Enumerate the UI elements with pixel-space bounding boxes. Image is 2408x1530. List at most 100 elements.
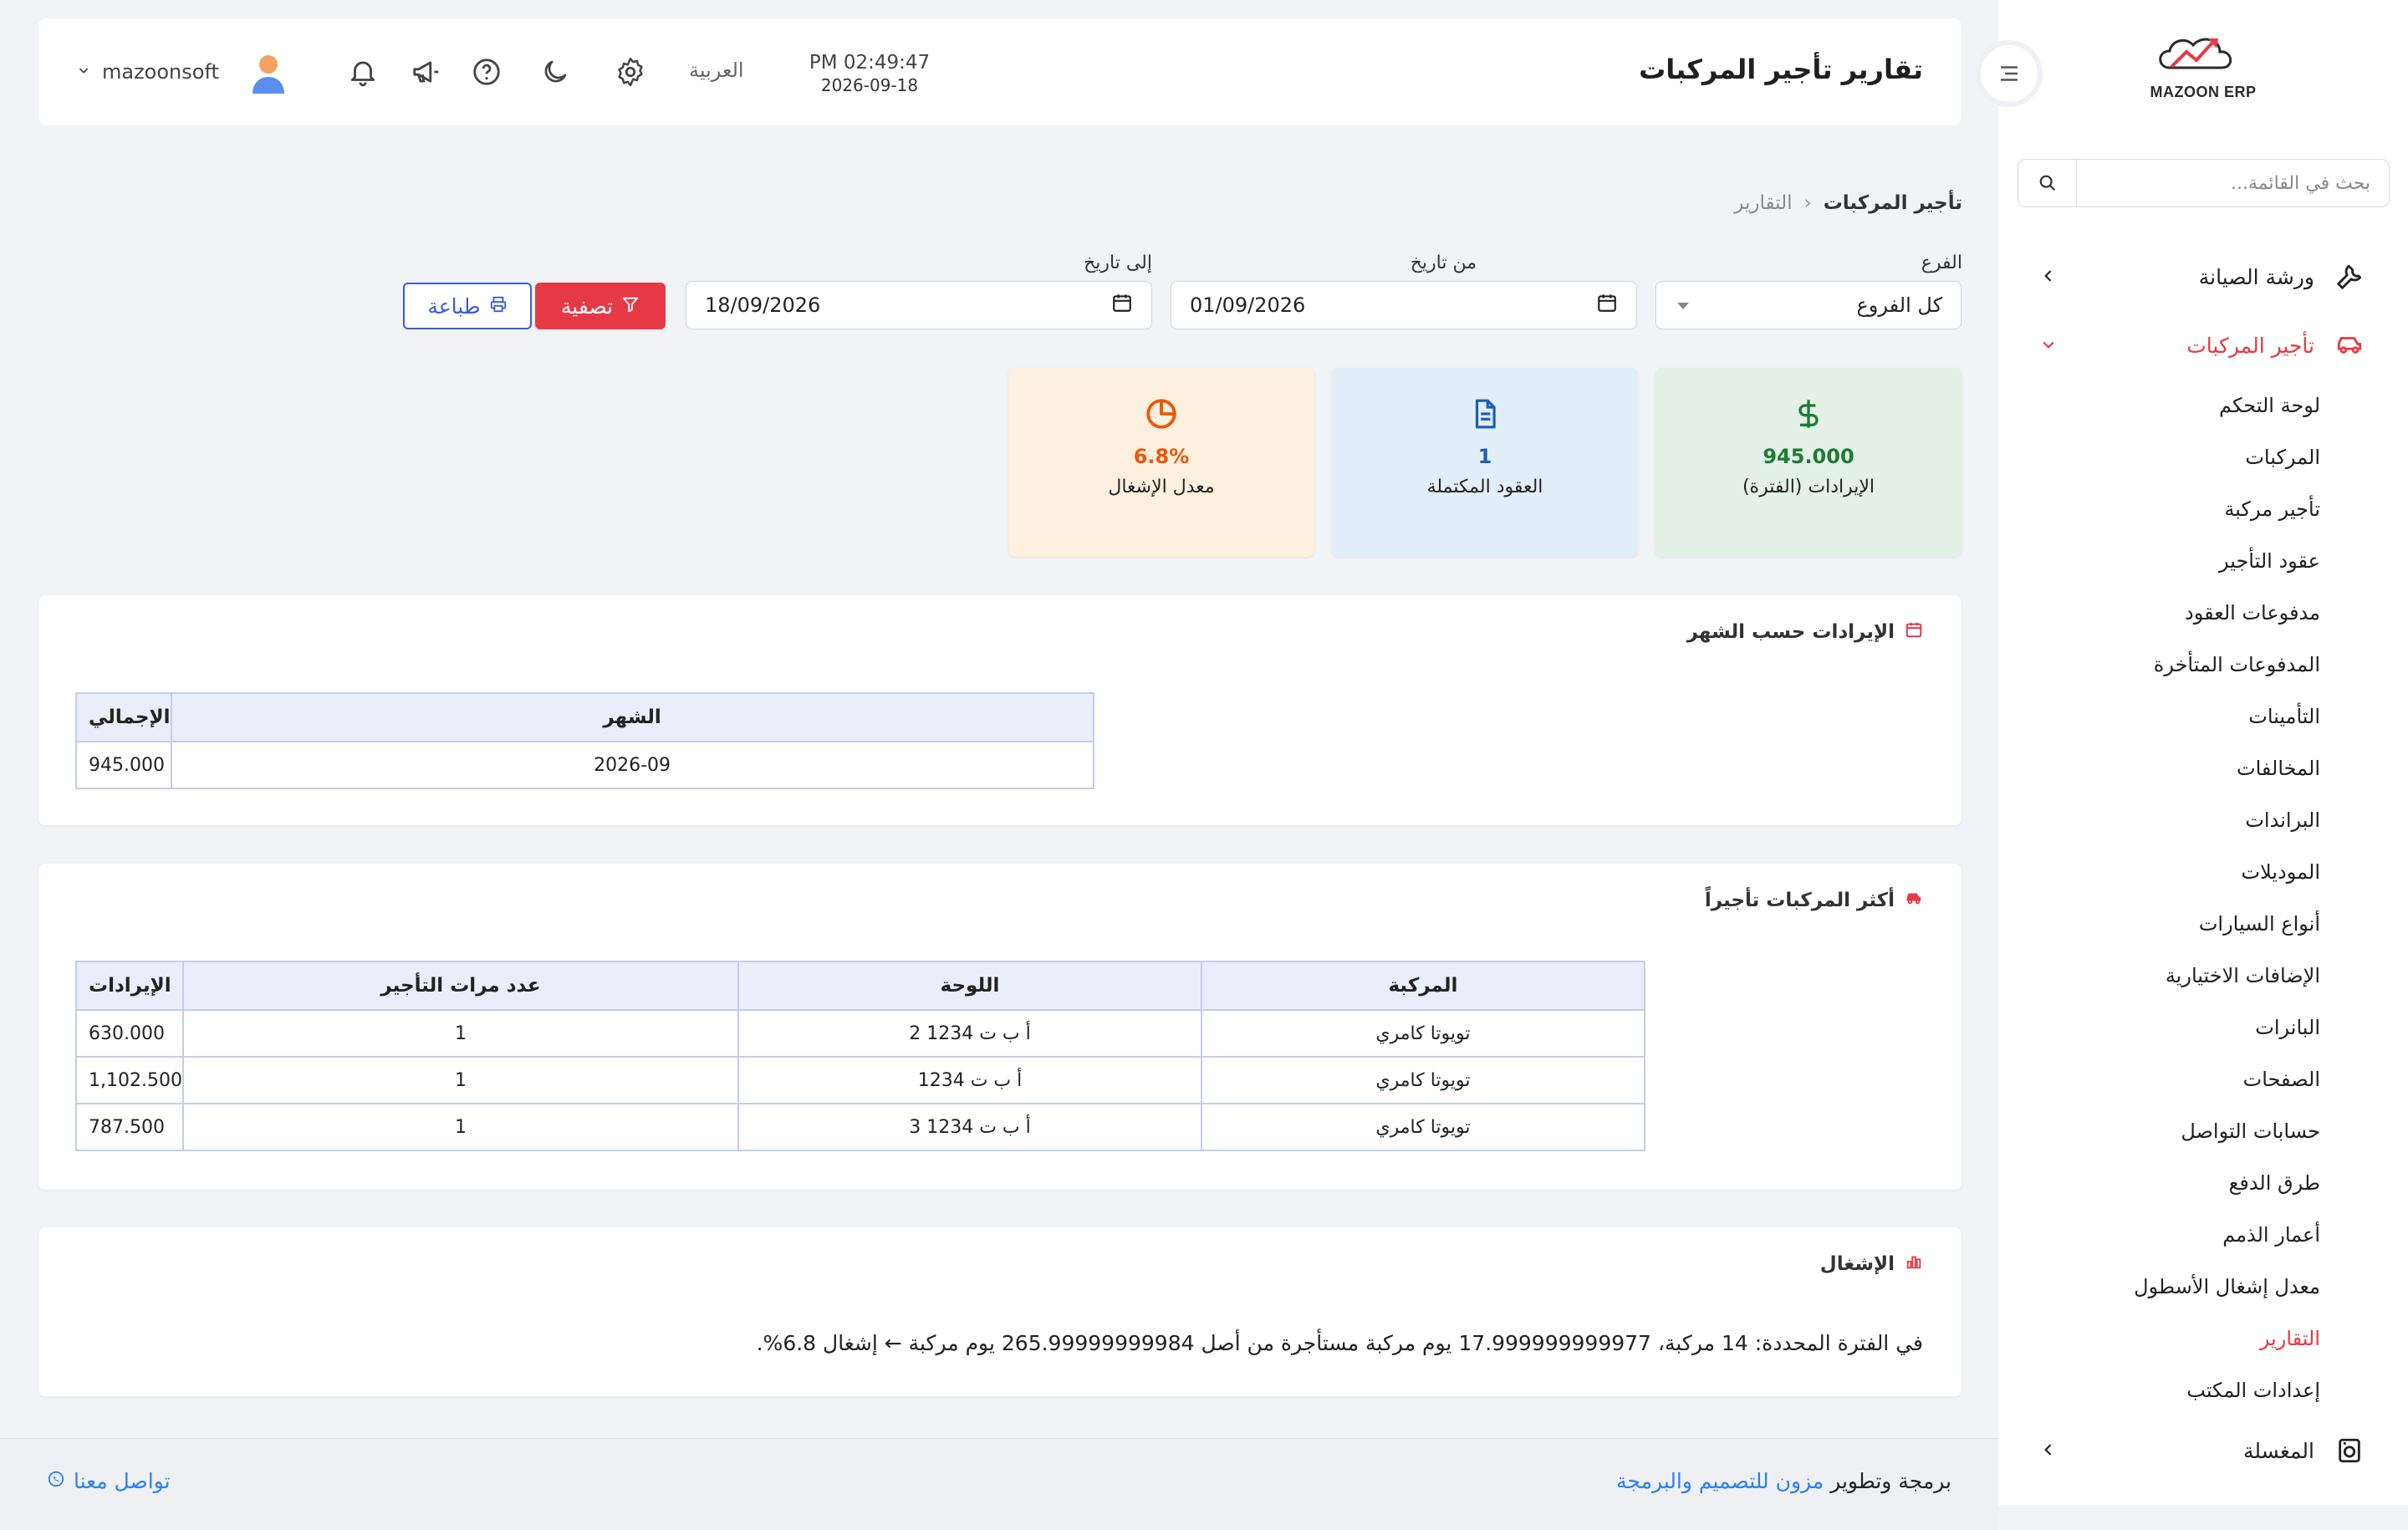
chevron-down-icon (77, 64, 90, 80)
clock: PM 02:49:47 2026-09-18 (794, 52, 945, 95)
logo[interactable]: MAZOON ERP (1998, 30, 2408, 122)
whatsapp-icon (47, 1469, 65, 1493)
theme-toggle-button[interactable] (535, 52, 575, 92)
to-date-value: 18/09/2026 (705, 293, 821, 317)
table-header-row: المركبة اللوحة عدد مرات التأجير الإيرادا… (75, 961, 1645, 1011)
logo-text: MAZOON ERP (2150, 84, 2257, 100)
cell-count: 1 (181, 1103, 739, 1151)
avatar[interactable] (246, 50, 291, 95)
sidebar-item-extras[interactable]: الإضافات الاختيارية (1998, 950, 2320, 1002)
chart-icon (1905, 1252, 1923, 1276)
sidebar-search (2018, 159, 2390, 207)
sidebar-toggle-button[interactable] (1976, 40, 2043, 107)
calendar-icon (1905, 620, 1923, 644)
laundry-icon (2333, 1434, 2366, 1467)
to-date-label: إلى تاريخ (1084, 252, 1152, 273)
from-date-input[interactable]: 01/09/2026 (1171, 281, 1637, 329)
sidebar-item-vehicles[interactable]: المركبات (1998, 431, 2320, 483)
revenue-by-month-table: الشهر الإجمالي 2026-09 945.000 (75, 692, 1094, 789)
top-header: تقارير تأجير المركبات PM 02:49:47 2026-0… (38, 18, 1962, 125)
sidebar-item-fleet-occupancy[interactable]: معدل إشغال الأسطول (1998, 1261, 2320, 1313)
sidebar-section-maintenance[interactable]: ورشة الصيانة (1998, 242, 2408, 311)
sidebar-search-input[interactable] (2077, 160, 2389, 207)
clock-time: PM 02:49:47 (809, 52, 931, 74)
announcements-button[interactable] (406, 52, 446, 92)
sidebar-item-aging[interactable]: أعمار الذمم (1998, 1209, 2320, 1261)
panel-title: الإشغال (1820, 1252, 1923, 1276)
wrench-icon (2333, 260, 2366, 293)
megaphone-icon (413, 61, 439, 83)
sidebar-item-banners[interactable]: البانرات (1998, 1002, 2320, 1053)
sidebar-item-reports[interactable]: التقارير (1998, 1313, 2320, 1364)
cell-plate: أ ب ت 1234 (737, 1056, 1202, 1104)
occupancy-panel: الإشغال في الفترة المحددة: 14 مركبة، 17.… (38, 1227, 1962, 1396)
sidebar-item-late-payments[interactable]: المدفوعات المتأخرة (1998, 639, 2320, 691)
sidebar-item-dashboard[interactable]: لوحة التحكم (1998, 380, 2320, 431)
column-header-plate: اللوحة (737, 961, 1202, 1011)
footer-credit-prefix: برمجة وتطوير (1830, 1469, 1951, 1493)
filter-button-label: تصفية (560, 293, 614, 319)
cell-revenue: 787.500 (75, 1103, 184, 1151)
to-date-input[interactable]: 18/09/2026 (686, 281, 1152, 329)
menu-icon (2001, 66, 2018, 81)
sidebar-item-rental-contracts[interactable]: عقود التأجير (1998, 535, 2320, 587)
user-menu[interactable]: mazoonsoft (77, 52, 219, 92)
sidebar-section-vehicle-rental[interactable]: تأجير المركبات (1998, 311, 2408, 380)
sidebar-item-brands[interactable]: البراندات (1998, 794, 2320, 846)
breadcrumb-separator-icon: ‹ (1803, 192, 1812, 214)
help-icon (473, 59, 500, 85)
table-row: تويوتا كامري أ ب ت 1234 2 1 630.000 (75, 1009, 1645, 1058)
sidebar-section-label: تأجير المركبات (2186, 333, 2314, 358)
gear-icon (618, 57, 643, 87)
sidebar-search-button[interactable] (2018, 160, 2077, 207)
chevron-down-icon (2040, 334, 2057, 358)
branch-label: الفرع (1921, 252, 1962, 273)
sidebar-section-label: ورشة الصيانة (2198, 264, 2314, 289)
print-button[interactable]: طباعة (403, 283, 532, 329)
contact-us-link[interactable]: تواصل معنا (47, 1469, 171, 1493)
sidebar-item-violations[interactable]: المخالفات (1998, 742, 2320, 794)
footer-credit-link[interactable]: مزون للتصميم والبرمجة (1616, 1469, 1824, 1493)
sidebar-section-laundry[interactable]: المغسلة (1998, 1416, 2408, 1485)
sidebar-item-models[interactable]: الموديلات (1998, 846, 2320, 898)
panel-title-text: أكثر المركبات تأجيراً (1704, 890, 1895, 911)
settings-button[interactable] (610, 52, 650, 92)
panel-title-text: الإيرادات حسب الشهر (1686, 621, 1895, 643)
breadcrumb-parent[interactable]: تأجير المركبات (1824, 192, 1962, 214)
notifications-button[interactable] (343, 52, 383, 92)
sidebar-item-rent-vehicle[interactable]: تأجير مركبة (1998, 483, 2320, 535)
search-icon (2039, 175, 2055, 191)
chevron-left-icon (2040, 265, 2057, 289)
sidebar-item-car-types[interactable]: أنواع السيارات (1998, 898, 2320, 950)
language-switcher[interactable]: العربية (689, 59, 744, 82)
logo-icon (2159, 38, 2232, 69)
cell-count: 1 (181, 1056, 739, 1104)
cell-vehicle: تويوتا كامري (1200, 1056, 1645, 1104)
sidebar-item-social-accounts[interactable]: حسابات التواصل (1998, 1105, 2320, 1157)
sidebar-menu: ورشة الصيانة تأجير المركبات لوحة التحكم … (1998, 242, 2408, 1485)
cell-count: 1 (181, 1009, 739, 1058)
filter-button[interactable]: تصفية (535, 283, 666, 329)
sidebar-item-office-settings[interactable]: إعدادات المكتب (1998, 1364, 2320, 1416)
branch-select-value: كل الفروع (1856, 293, 1942, 317)
breadcrumb: تأجير المركبات ‹ التقارير (1734, 192, 1962, 214)
sidebar-item-payment-methods[interactable]: طرق الدفع (1998, 1157, 2320, 1209)
stat-label: معدل الإشغال (1108, 477, 1215, 497)
cell-month: 2026-09 (170, 741, 1094, 789)
sidebar-item-pages[interactable]: الصفحات (1998, 1053, 2320, 1105)
table-row: تويوتا كامري أ ب ت 1234 1 1,102.500 (75, 1056, 1645, 1104)
pie-chart-icon (1140, 393, 1182, 435)
breadcrumb-current: التقارير (1734, 192, 1793, 214)
sidebar-item-deposits[interactable]: التأمينات (1998, 691, 2320, 742)
panel-title-text: الإشغال (1819, 1253, 1895, 1275)
sidebar-item-contract-payments[interactable]: مدفوعات العقود (1998, 587, 2320, 639)
footer-credit: برمجة وتطوير مزون للتصميم والبرمجة (1616, 1469, 1951, 1493)
panel-title: الإيرادات حسب الشهر (1687, 620, 1923, 644)
cell-revenue: 630.000 (75, 1009, 184, 1058)
help-button[interactable] (467, 52, 507, 92)
sidebar-submenu: لوحة التحكم المركبات تأجير مركبة عقود ال… (1998, 380, 2408, 1416)
branch-select[interactable]: كل الفروع (1656, 281, 1962, 329)
filter-icon (621, 294, 640, 319)
cell-total: 945.000 (75, 741, 172, 789)
stat-card-contracts: 1 العقود المكتملة (1332, 368, 1638, 557)
